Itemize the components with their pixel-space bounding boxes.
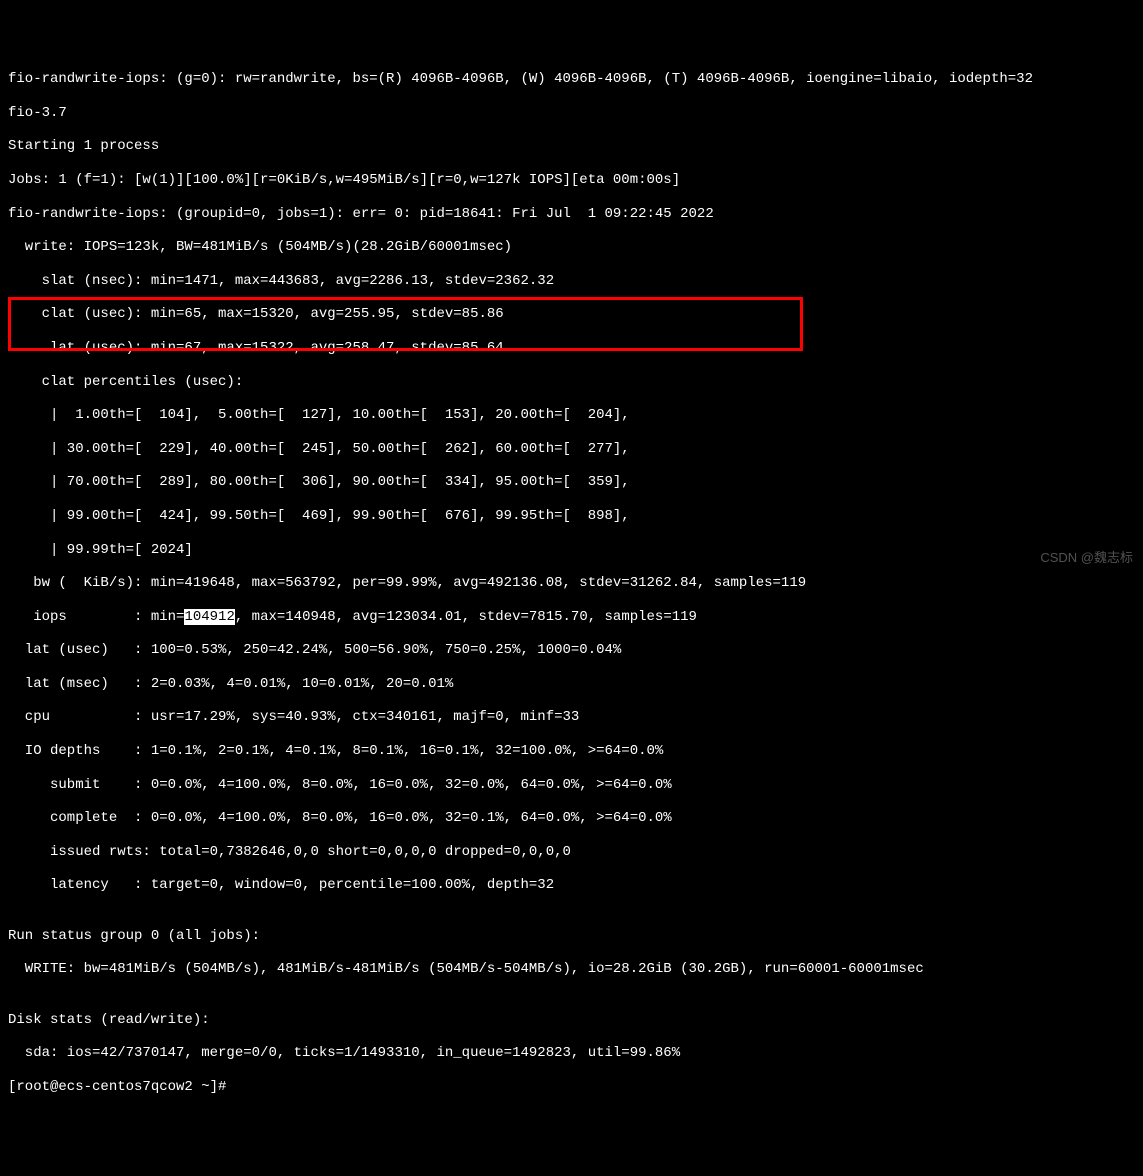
terminal-line: fio-randwrite-iops: (g=0): rw=randwrite,… <box>8 71 1135 88</box>
terminal-line: Run status group 0 (all jobs): <box>8 928 1135 945</box>
terminal-line: | 99.00th=[ 424], 99.50th=[ 469], 99.90t… <box>8 508 1135 525</box>
terminal-line: lat (msec) : 2=0.03%, 4=0.01%, 10=0.01%,… <box>8 676 1135 693</box>
terminal-line: lat (usec): min=67, max=15322, avg=258.4… <box>8 340 1135 357</box>
shell-prompt[interactable]: [root@ecs-centos7qcow2 ~]# <box>8 1079 1135 1096</box>
terminal-line: clat percentiles (usec): <box>8 374 1135 391</box>
terminal-line: Jobs: 1 (f=1): [w(1)][100.0%][r=0KiB/s,w… <box>8 172 1135 189</box>
terminal-line: lat (usec) : 100=0.53%, 250=42.24%, 500=… <box>8 642 1135 659</box>
terminal-line: cpu : usr=17.29%, sys=40.93%, ctx=340161… <box>8 709 1135 726</box>
terminal-line: | 70.00th=[ 289], 80.00th=[ 306], 90.00t… <box>8 474 1135 491</box>
terminal-line: IO depths : 1=0.1%, 2=0.1%, 4=0.1%, 8=0.… <box>8 743 1135 760</box>
terminal-line: | 30.00th=[ 229], 40.00th=[ 245], 50.00t… <box>8 441 1135 458</box>
terminal-line: latency : target=0, window=0, percentile… <box>8 877 1135 894</box>
terminal-line: fio-randwrite-iops: (groupid=0, jobs=1):… <box>8 206 1135 223</box>
terminal-line: sda: ios=42/7370147, merge=0/0, ticks=1/… <box>8 1045 1135 1062</box>
terminal-line: | 99.99th=[ 2024] <box>8 542 1135 559</box>
iops-prefix: iops : min= <box>8 609 184 625</box>
terminal-line: | 1.00th=[ 104], 5.00th=[ 127], 10.00th=… <box>8 407 1135 424</box>
selected-text: 104912 <box>184 609 234 625</box>
terminal-line: Starting 1 process <box>8 138 1135 155</box>
terminal-line: fio-3.7 <box>8 105 1135 122</box>
terminal-line: issued rwts: total=0,7382646,0,0 short=0… <box>8 844 1135 861</box>
terminal-line: submit : 0=0.0%, 4=100.0%, 8=0.0%, 16=0.… <box>8 777 1135 794</box>
terminal-line: Disk stats (read/write): <box>8 1012 1135 1029</box>
watermark: CSDN @魏志标 <box>1040 550 1133 566</box>
terminal-line: WRITE: bw=481MiB/s (504MB/s), 481MiB/s-4… <box>8 961 1135 978</box>
iops-suffix: , max=140948, avg=123034.01, stdev=7815.… <box>235 609 697 625</box>
terminal-line: complete : 0=0.0%, 4=100.0%, 8=0.0%, 16=… <box>8 810 1135 827</box>
terminal-line: slat (nsec): min=1471, max=443683, avg=2… <box>8 273 1135 290</box>
terminal-line: write: IOPS=123k, BW=481MiB/s (504MB/s)(… <box>8 239 1135 256</box>
terminal-line: bw ( KiB/s): min=419648, max=563792, per… <box>8 575 1135 592</box>
terminal-line: clat (usec): min=65, max=15320, avg=255.… <box>8 306 1135 323</box>
terminal-line-iops: iops : min=104912, max=140948, avg=12303… <box>8 609 1135 626</box>
